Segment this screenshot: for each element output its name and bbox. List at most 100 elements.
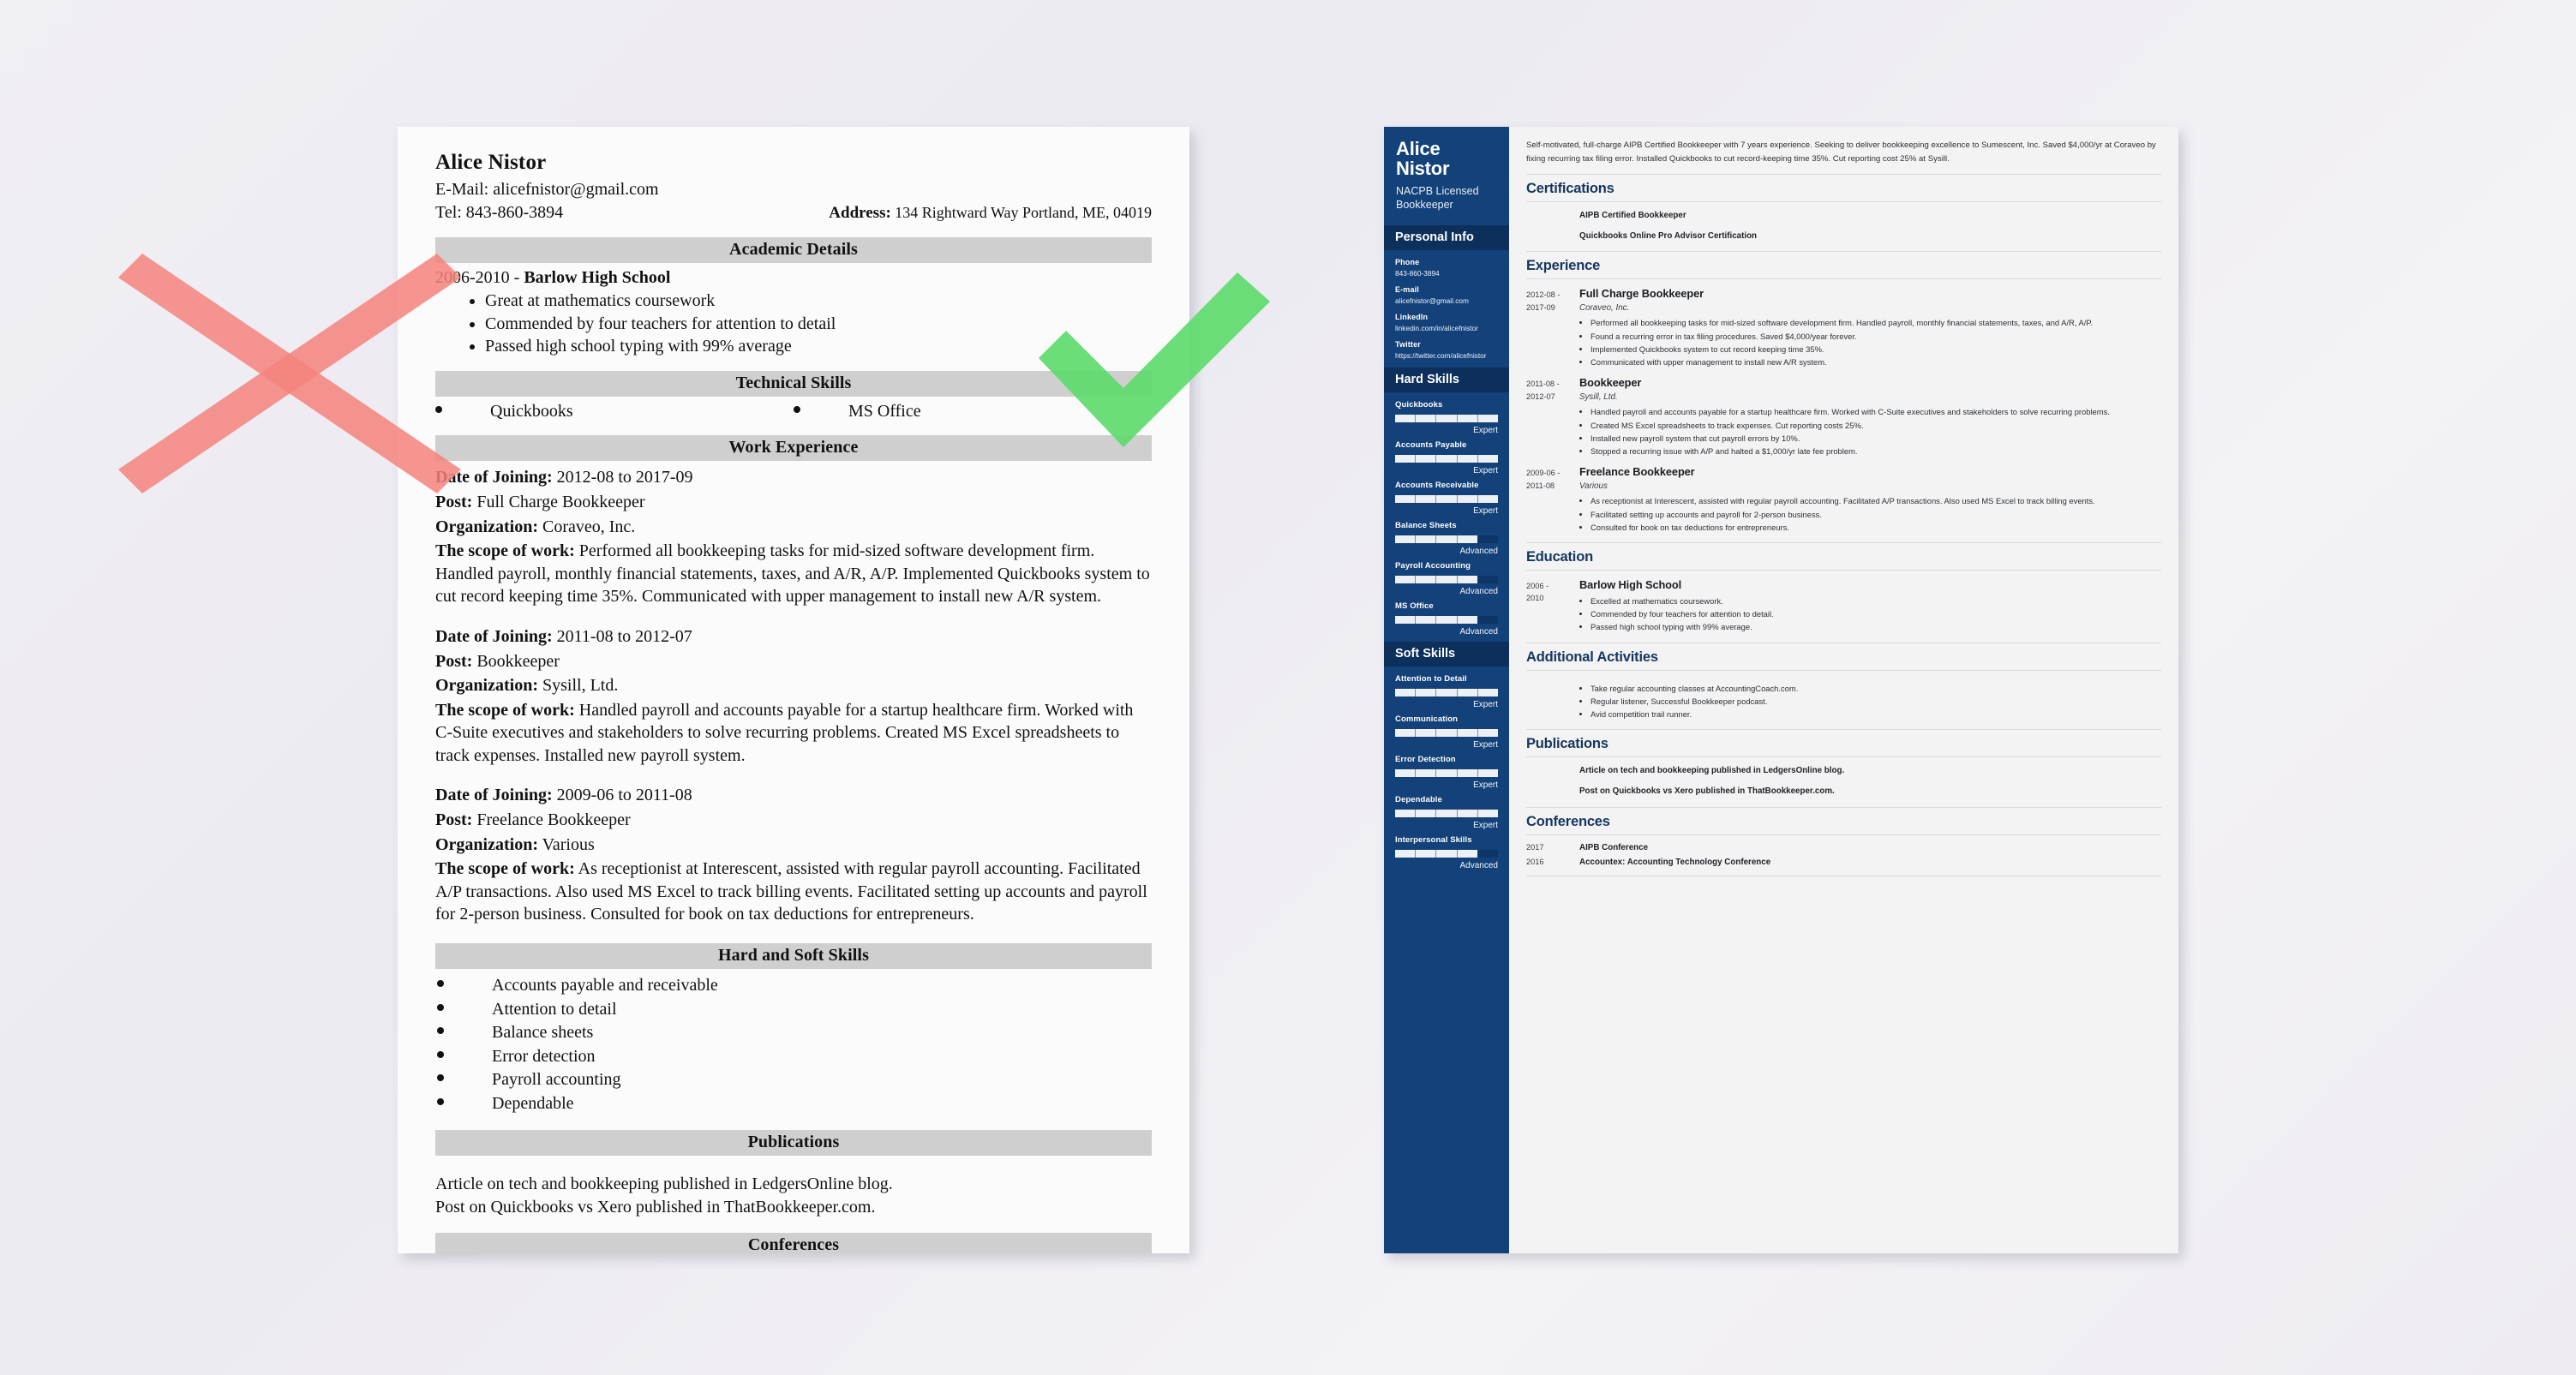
divider: [1526, 278, 2161, 280]
good-education-bullets: Excelled at mathematics coursework. Comm…: [1579, 595, 2161, 634]
good-field-label: Twitter: [1395, 340, 1421, 350]
progress-ticks-icon: [1395, 689, 1498, 697]
good-sidebar-heading-hard-skills: Hard Skills: [1384, 368, 1509, 393]
bad-job-post-line: Post: Full Charge Bookkeeper: [435, 491, 1152, 514]
good-field-value[interactable]: alicefnistor@gmail.com: [1395, 296, 1498, 305]
good-personal-info-item: E-mail alicefnistor@gmail.com: [1395, 285, 1498, 305]
good-education-entry: 2006 - 2010 Barlow High School Excelled …: [1526, 578, 2161, 634]
good-date-start: 2006 -: [1526, 582, 1549, 591]
good-skill-level: Expert: [1473, 740, 1498, 750]
list-item: Attention to detail: [435, 998, 1152, 1022]
good-experience-role: Full Charge Bookkeeper: [1579, 287, 1704, 301]
good-additional-activities-entry: Take regular accounting classes at Accou…: [1526, 679, 2161, 721]
good-field-label: Phone: [1395, 258, 1420, 267]
good-field-value[interactable]: https://twitter.com/alicefnistor: [1395, 351, 1498, 360]
good-conference-year: 2017: [1526, 842, 1544, 852]
list-item: Accounts payable and receivable: [435, 974, 1152, 998]
bad-skill-label: Dependable: [492, 1094, 574, 1114]
good-heading-certifications: Certifications: [1526, 181, 1614, 197]
progress-ticks-icon: [1395, 455, 1498, 463]
bad-resume-address: Address: 134 Rightward Way Portland, ME,…: [829, 204, 1152, 223]
bad-publications-block: Article on tech and bookkeeping publishe…: [435, 1173, 1152, 1219]
divider: [1526, 201, 2161, 203]
bad-job-dates: 2012-08 to 2017-09: [556, 468, 693, 487]
bad-job-dates-line: Date of Joining: 2009-06 to 2011-08: [435, 784, 1152, 807]
good-date-start: 2011-08 -: [1526, 380, 1560, 389]
bad-skills-list: Accounts payable and receivable Attentio…: [435, 974, 1152, 1116]
good-resume-document: Alice Nistor NACPB Licensed Bookkeeper P…: [1384, 127, 2178, 1253]
good-skill-label: Accounts Receivable: [1395, 481, 1479, 491]
bad-skill-label: Balance sheets: [492, 1023, 594, 1043]
bad-label-org: Organization:: [435, 834, 538, 854]
progress-ticks-icon: [1395, 616, 1498, 625]
bad-job-entry: Date of Joining: 2009-06 to 2011-08 Post…: [435, 784, 1152, 926]
bad-resume-email: E-Mail: alicefnistor@gmail.com: [435, 180, 659, 199]
good-experience-dates: 2009-06 - 2011-08: [1526, 465, 1579, 534]
good-heading-conferences: Conferences: [1526, 813, 1610, 829]
good-sidebar-heading-soft-skills: Soft Skills: [1384, 642, 1509, 667]
good-personal-info-item: LinkedIn linkedin.com/in/alicefnistor: [1395, 313, 1498, 332]
list-item: Facilitated setting up accounts and payr…: [1591, 508, 2161, 521]
good-skill-progress-bar: [1395, 850, 1498, 858]
bad-job-org-line: Organization: Sysill, Ltd.: [435, 674, 1152, 697]
list-item: Consulted for book on tax deductions for…: [1591, 521, 2161, 534]
bad-technical-skill-label: MS Office: [848, 402, 921, 421]
good-field-value[interactable]: 843-860-3894: [1395, 269, 1498, 278]
good-publication-item: Article on tech and bookkeeping publishe…: [1579, 766, 1845, 776]
good-skill-item: Dependable Expert: [1395, 795, 1498, 830]
good-experience-role: Freelance Bookkeeper: [1579, 465, 1695, 479]
bad-academic-years: 2006-2010 -: [435, 268, 524, 288]
list-item: Avid competition trail runner.: [1591, 708, 2161, 720]
bad-job-dates-line: Date of Joining: 2011-08 to 2012-07: [435, 625, 1152, 649]
good-date-start: 2012-08 -: [1526, 290, 1561, 300]
good-experience-bullets: As receptionist at Interescent, assisted…: [1579, 494, 2161, 534]
list-item: Dependable: [435, 1092, 1152, 1116]
bad-label-scope: The scope of work:: [435, 541, 575, 561]
divider: [1526, 729, 2161, 731]
list-item: Communicated with upper management to in…: [1591, 356, 2161, 368]
bad-section-header-technical: Technical Skills: [435, 371, 1152, 398]
good-date-end: 2017-09: [1526, 302, 1555, 312]
bad-job-dates-line: Date of Joining: 2012-08 to 2017-09: [435, 466, 1152, 489]
good-skill-level: Advanced: [1459, 627, 1498, 637]
bad-resume-address-label: Address:: [829, 203, 891, 222]
good-heading-publications: Publications: [1526, 736, 1609, 752]
good-skill-item: Quickbooks Expert: [1395, 400, 1498, 435]
good-skill-progress-bar: [1395, 729, 1498, 738]
good-field-label: LinkedIn: [1395, 313, 1429, 322]
bad-label-date: Date of Joining:: [435, 786, 553, 805]
good-date-end: 2010: [1526, 594, 1544, 603]
bad-section-header-conferences: Conferences: [435, 1232, 1152, 1253]
bad-label-date: Date of Joining:: [435, 468, 553, 487]
progress-ticks-icon: [1395, 810, 1498, 818]
good-field-value[interactable]: linkedin.com/in/alicefnistor: [1395, 324, 1498, 332]
list-item: Passed high school typing with 99% avera…: [485, 335, 1152, 357]
list-item: Excelled at mathematics coursework.: [1591, 595, 2161, 607]
bad-job-post-line: Post: Bookkeeper: [435, 650, 1152, 673]
bad-skill-label: Payroll accounting: [492, 1070, 621, 1090]
bullet-icon: [437, 1003, 444, 1011]
bad-job-org: Various: [542, 834, 595, 854]
bad-label-scope: The scope of work:: [435, 700, 575, 720]
bad-job-org-line: Organization: Coraveo, Inc.: [435, 516, 1152, 539]
good-sidebar-heading-personal-info: Personal Info: [1384, 225, 1509, 251]
divider: [1526, 251, 2161, 253]
good-skill-label: MS Office: [1395, 601, 1434, 612]
good-resume-summary: Self-motivated, full-charge AIPB Certifi…: [1526, 140, 2156, 164]
list-item: Commended by four teachers for attention…: [485, 313, 1152, 335]
good-hard-skills-list: Quickbooks Expert Accounts Payable Exper…: [1384, 392, 1509, 637]
good-skill-level: Expert: [1473, 780, 1498, 791]
list-item: Performed all bookkeeping tasks for mid-…: [1591, 316, 2161, 329]
good-education-dates: 2006 - 2010: [1526, 578, 1579, 634]
good-skill-progress-bar: [1395, 689, 1498, 697]
progress-ticks-icon: [1395, 576, 1498, 584]
divider: [1526, 570, 2161, 571]
bad-resume-phone: Tel: 843-860-3894: [435, 202, 564, 222]
divider: [1526, 174, 2161, 176]
bad-technical-skill-item: MS Office: [794, 402, 1152, 421]
good-certifications-list: AIPB Certified Bookkeeper Quickbooks Onl…: [1526, 210, 2161, 242]
bad-section-header-academic: Academic Details: [435, 237, 1152, 264]
good-resume-sidebar: Alice Nistor NACPB Licensed Bookkeeper P…: [1384, 127, 1509, 1253]
good-skill-progress-bar: [1395, 455, 1498, 463]
bullet-icon: [437, 1098, 444, 1106]
